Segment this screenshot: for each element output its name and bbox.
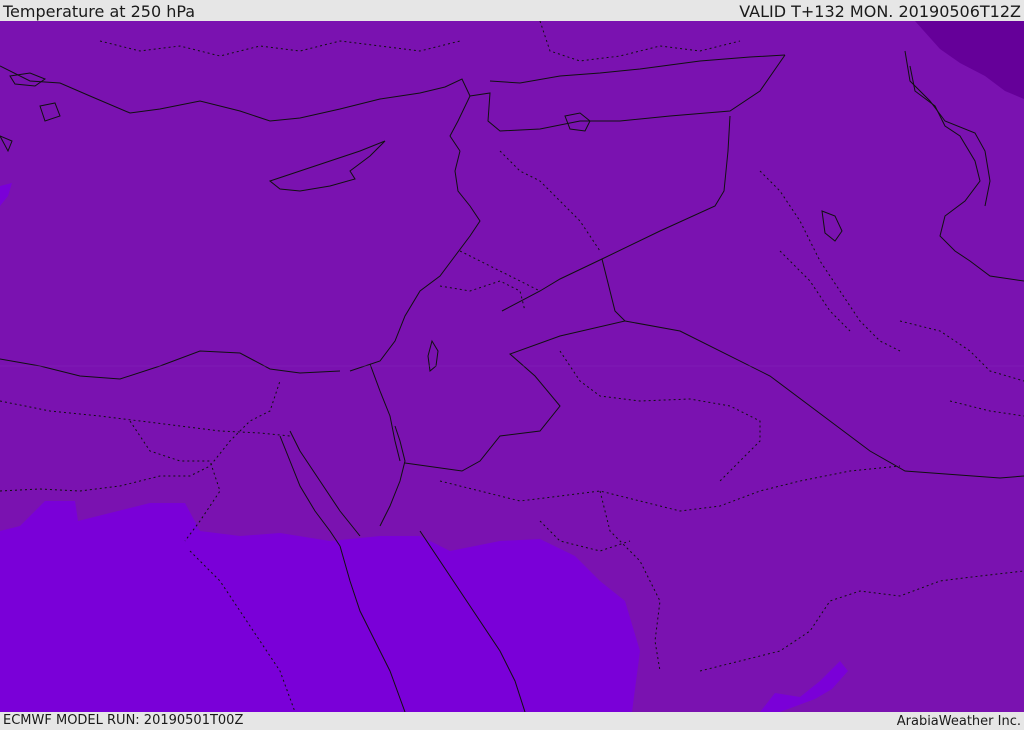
brand-label: ArabiaWeather Inc. — [896, 714, 1021, 729]
map-title: Temperature at 250 hPa — [3, 2, 196, 21]
temperature-map[interactable] — [0, 21, 1024, 712]
header-bar: Temperature at 250 hPa VALID T+132 MON. … — [0, 0, 1024, 21]
model-run-label: ECMWF MODEL RUN: 20190501T00Z — [3, 713, 244, 728]
valid-time: VALID T+132 MON. 20190506T12Z — [739, 2, 1021, 21]
footer-bar: ECMWF MODEL RUN: 20190501T00Z ArabiaWeat… — [0, 712, 1024, 729]
